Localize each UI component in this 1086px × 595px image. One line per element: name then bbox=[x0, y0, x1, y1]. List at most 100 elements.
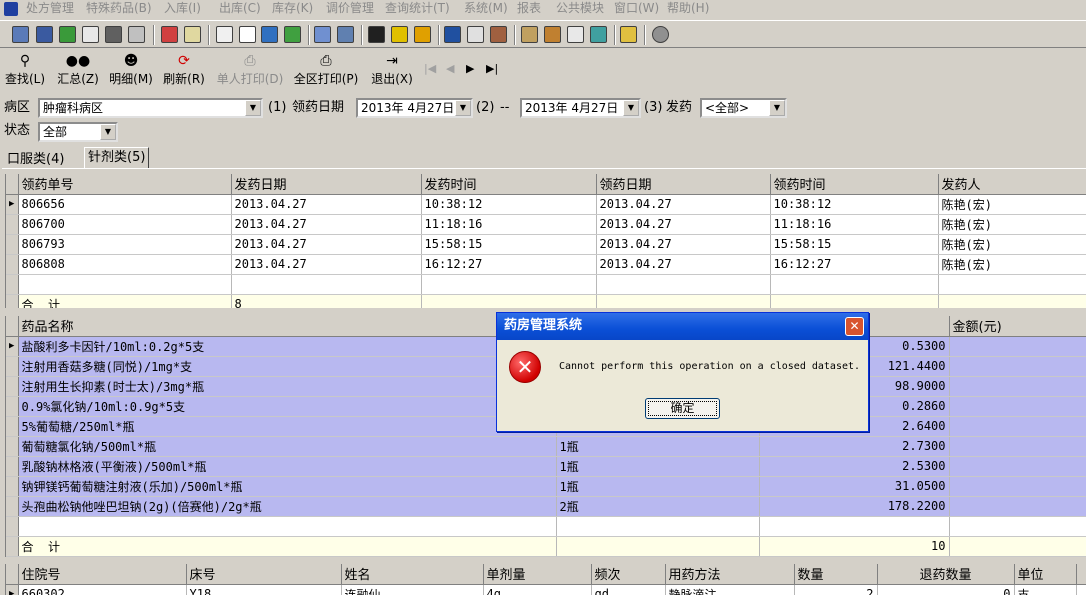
menu-window[interactable]: 窗口(W) bbox=[614, 0, 659, 17]
drug-name[interactable]: 注射用香菇多糖(同悦)/1mg*支 bbox=[18, 356, 557, 377]
edit-doc-icon[interactable] bbox=[284, 26, 301, 43]
people-icon[interactable] bbox=[467, 26, 484, 43]
table-row[interactable]: 钠钾镁钙葡萄糖注射液(乐加)/500ml*瓶 1瓶 31.0500 bbox=[6, 476, 1086, 497]
table-cell[interactable]: 0 bbox=[877, 584, 1015, 595]
bottle-icon[interactable] bbox=[36, 26, 53, 43]
table-cell[interactable]: 陈艳(宏) bbox=[938, 254, 1086, 275]
table-cell[interactable] bbox=[949, 496, 1086, 517]
table-cell[interactable]: 2 bbox=[794, 584, 878, 595]
tab-oral[interactable]: 口服类(4) bbox=[4, 150, 67, 170]
folder-up-icon[interactable] bbox=[620, 26, 637, 43]
drug-name[interactable]: 注射用生长抑素(时士太)/3mg*瓶 bbox=[18, 376, 557, 397]
column-header[interactable]: 住院号 bbox=[18, 564, 187, 585]
chevron-down-icon[interactable]: ▼ bbox=[245, 100, 261, 116]
drug-quantity[interactable]: 1瓶 bbox=[556, 436, 760, 457]
ward-select[interactable]: 肿瘤科病区 ▼ bbox=[38, 98, 263, 118]
column-header[interactable]: 发药日期 bbox=[231, 174, 422, 195]
find-button[interactable]: ⚲ 查找(L) bbox=[3, 52, 47, 88]
grid-icon[interactable] bbox=[590, 26, 607, 43]
box-icon[interactable] bbox=[521, 26, 538, 43]
column-header[interactable]: 用药方法 bbox=[665, 564, 795, 585]
table-cell[interactable] bbox=[949, 376, 1086, 397]
column-header[interactable]: 床号 bbox=[186, 564, 342, 585]
refresh-button[interactable]: ⟳ 刷新(R) bbox=[162, 52, 206, 88]
list-icon[interactable] bbox=[216, 26, 233, 43]
table-cell[interactable] bbox=[949, 476, 1086, 497]
print-single-button[interactable]: ⎙ 单人打印(D) bbox=[216, 52, 284, 88]
table-row[interactable]: 头孢曲松钠他唑巴坦钠(2g)(倍赛他)/2g*瓶 2瓶 178.2200 bbox=[6, 496, 1086, 517]
column-header[interactable]: 数量 bbox=[794, 564, 878, 585]
column-header[interactable]: 频次 bbox=[591, 564, 666, 585]
table-cell[interactable]: Y18 bbox=[186, 584, 342, 595]
table-cell[interactable]: 2013.04.27 bbox=[231, 254, 422, 275]
chevron-down-icon[interactable]: ▼ bbox=[100, 124, 116, 140]
drug-name[interactable]: 0.9%氯化钠/10ml:0.9g*5支 bbox=[18, 396, 557, 417]
menu-query-stats[interactable]: 查询统计(T) bbox=[385, 0, 450, 17]
card-icon[interactable] bbox=[184, 26, 201, 43]
form-icon[interactable] bbox=[314, 26, 331, 43]
table-cell[interactable]: 11:18:16 bbox=[770, 214, 939, 235]
menu-stock-in[interactable]: 入库(I) bbox=[164, 0, 201, 17]
nav-last-icon[interactable]: ▶| bbox=[486, 62, 498, 75]
table-cell[interactable] bbox=[1076, 584, 1086, 595]
chevron-down-icon[interactable]: ▼ bbox=[455, 100, 471, 116]
drug-name[interactable]: 盐酸利多卡因针/10ml:0.2g*5支 bbox=[18, 336, 557, 357]
table-cell[interactable] bbox=[949, 436, 1086, 457]
drug-name[interactable]: 钠钾镁钙葡萄糖注射液(乐加)/500ml*瓶 bbox=[18, 476, 557, 497]
table-cell[interactable]: 10:38:12 bbox=[770, 194, 939, 215]
column-header[interactable]: 退药数量 bbox=[877, 564, 1015, 585]
table-row[interactable]: 乳酸钠林格液(平衡液)/500ml*瓶 1瓶 2.5300 bbox=[6, 456, 1086, 477]
menu-stock-out[interactable]: 出库(C) bbox=[219, 0, 261, 17]
table-cell[interactable]: 2013.04.27 bbox=[596, 214, 771, 235]
thermometer-icon[interactable] bbox=[544, 26, 561, 43]
checklist-icon[interactable] bbox=[239, 26, 256, 43]
table-cell[interactable]: 806793 bbox=[18, 234, 232, 255]
drug-name[interactable]: 头孢曲松钠他唑巴坦钠(2g)(倍赛他)/2g*瓶 bbox=[18, 496, 557, 517]
patient-icon[interactable] bbox=[12, 26, 29, 43]
table-cell[interactable]: 支 bbox=[1014, 584, 1077, 595]
calculator-icon[interactable] bbox=[368, 26, 385, 43]
transfer-icon[interactable] bbox=[490, 26, 507, 43]
table-row[interactable]: ▶ 660302 Y18 连融仙 4g qd 静脉滴注 2 0 支 bbox=[6, 584, 1086, 595]
exit-button[interactable]: ⇥ 退出(X) bbox=[370, 52, 414, 88]
table-cell[interactable]: 15:58:15 bbox=[421, 234, 597, 255]
drug-quantity[interactable]: 1瓶 bbox=[556, 476, 760, 497]
menu-public-module[interactable]: 公共模块 bbox=[556, 0, 604, 17]
alarm-icon[interactable] bbox=[414, 26, 431, 43]
nav-prev-icon[interactable]: ◀ bbox=[446, 62, 454, 75]
column-header[interactable] bbox=[1076, 564, 1086, 585]
column-header[interactable]: 药品名称 bbox=[18, 316, 557, 337]
table-cell[interactable] bbox=[949, 336, 1086, 357]
dialog-title-bar[interactable]: 药房管理系统 ✕ bbox=[497, 313, 868, 340]
column-header[interactable]: 单位 bbox=[1014, 564, 1077, 585]
table-cell[interactable]: 806808 bbox=[18, 254, 232, 275]
table-row[interactable]: 葡萄糖氯化钠/500ml*瓶 1瓶 2.7300 bbox=[6, 436, 1086, 457]
magnifier-icon[interactable] bbox=[567, 26, 584, 43]
drug-name[interactable]: 葡萄糖氯化钠/500ml*瓶 bbox=[18, 436, 557, 457]
table-cell[interactable]: 16:12:27 bbox=[770, 254, 939, 275]
bell-icon[interactable] bbox=[391, 26, 408, 43]
drug-amount[interactable]: 178.2200 bbox=[759, 496, 950, 517]
table-row[interactable]: 806793 2013.04.27 15:58:15 2013.04.27 15… bbox=[6, 234, 1086, 255]
table-cell[interactable]: 陈艳(宏) bbox=[938, 234, 1086, 255]
export-icon[interactable] bbox=[161, 26, 178, 43]
drug-amount[interactable]: 2.5300 bbox=[759, 456, 950, 477]
column-header[interactable]: 领药日期 bbox=[596, 174, 771, 195]
copy-icon[interactable] bbox=[261, 26, 278, 43]
column-header[interactable]: 发药时间 bbox=[421, 174, 597, 195]
column-header[interactable]: 单剂量 bbox=[483, 564, 592, 585]
table-cell[interactable]: 2013.04.27 bbox=[596, 194, 771, 215]
menu-reports[interactable]: 报表 bbox=[517, 0, 541, 17]
ok-button[interactable]: 确定 bbox=[645, 398, 720, 419]
table-cell[interactable]: 2013.04.27 bbox=[231, 194, 422, 215]
window-icon[interactable] bbox=[337, 26, 354, 43]
table-cell[interactable]: 11:18:16 bbox=[421, 214, 597, 235]
table-cell[interactable]: 连融仙 bbox=[341, 584, 484, 595]
chevron-down-icon[interactable]: ▼ bbox=[623, 100, 639, 116]
table-cell[interactable]: 2013.04.27 bbox=[596, 234, 771, 255]
table-cell[interactable]: 静脉滴注 bbox=[665, 584, 795, 595]
drug-amount[interactable]: 2.7300 bbox=[759, 436, 950, 457]
table-cell[interactable]: 4g bbox=[483, 584, 592, 595]
column-header[interactable]: 金额(元) bbox=[949, 316, 1086, 337]
nav-first-icon[interactable]: |◀ bbox=[424, 62, 436, 75]
